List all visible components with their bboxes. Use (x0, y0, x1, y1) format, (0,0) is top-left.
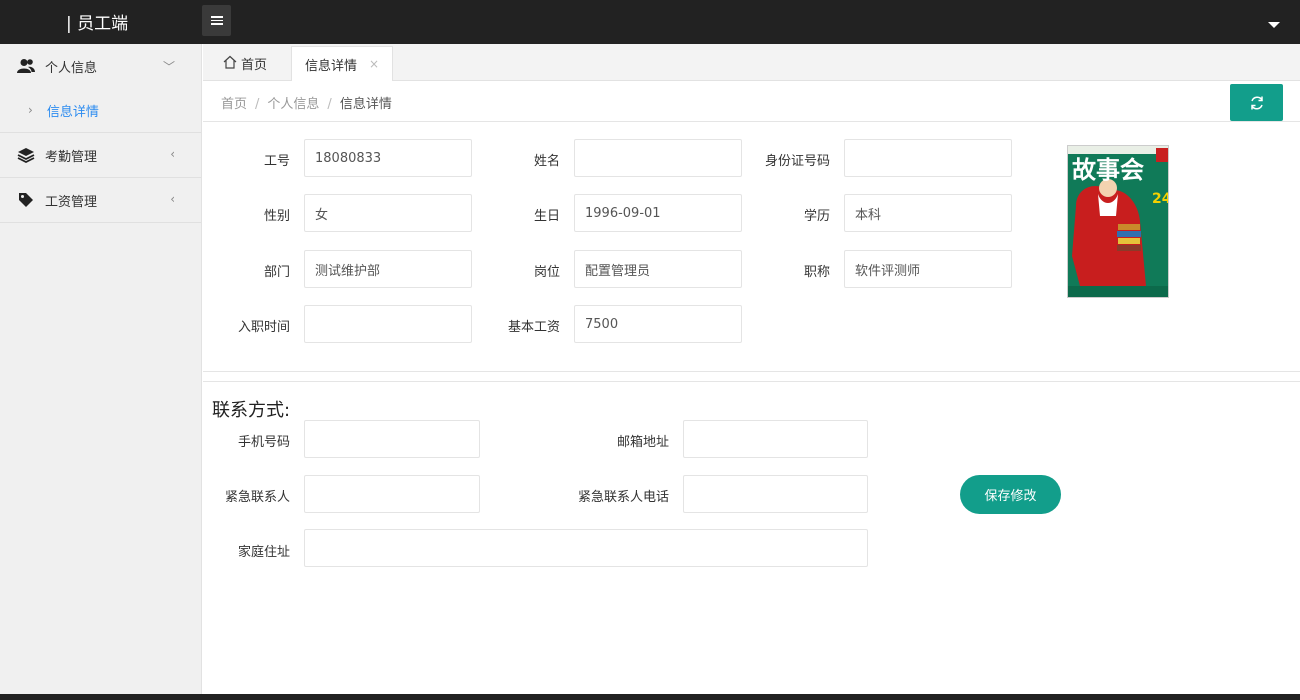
gender-field[interactable]: 女 (304, 194, 472, 232)
layers-icon (17, 146, 35, 164)
birthday-label: 生日 (533, 209, 560, 224)
sidebar-item-salary[interactable]: 工资管理 ‹ (0, 178, 201, 222)
chevron-right-icon: › (28, 103, 33, 117)
address-field[interactable] (304, 529, 868, 567)
chevron-left-icon: ‹ (170, 147, 175, 161)
phone-label: 手机号码 (237, 435, 290, 450)
menu-toggle-button[interactable] (202, 5, 231, 36)
top-bar: | 员工端 (0, 0, 1300, 44)
users-icon (17, 57, 35, 75)
breadcrumb-separator: / (255, 97, 260, 112)
job-title-label: 职称 (803, 265, 830, 280)
join-date-field[interactable] (304, 305, 472, 343)
breadcrumb: 首页 / 个人信息 / 信息详情 (221, 93, 392, 112)
name-field[interactable] (574, 139, 742, 177)
name-label: 姓名 (533, 154, 560, 169)
save-button[interactable]: 保存修改 (960, 475, 1061, 514)
cover-masthead: 故事会 (1072, 156, 1144, 184)
base-salary-field[interactable]: 7500 (574, 305, 742, 343)
join-date-label: 入职时间 (237, 320, 290, 335)
breadcrumb-bar: 首页 / 个人信息 / 信息详情 (203, 81, 1300, 122)
section-divider (203, 371, 1300, 372)
app-title: | 员工端 (66, 14, 129, 34)
home-icon (223, 55, 237, 73)
sidebar-item-label: 个人信息 (45, 60, 98, 76)
sidebar-item-label: 考勤管理 (45, 149, 98, 165)
emergency-contact-label: 紧急联系人 (224, 490, 290, 505)
emergency-phone-field[interactable] (683, 475, 868, 513)
breadcrumb-section[interactable]: 个人信息 (267, 97, 319, 112)
sidebar-divider (0, 222, 201, 223)
emp-no-label: 工号 (263, 154, 290, 169)
tab-bar: 首页 信息详情 × (203, 44, 1300, 81)
position-label: 岗位 (533, 265, 560, 280)
breadcrumb-separator: / (327, 97, 332, 112)
base-salary-label: 基本工资 (507, 320, 560, 335)
department-field[interactable]: 测试维护部 (304, 250, 472, 288)
chevron-down-icon: ﹀ (162, 60, 175, 74)
id-no-field[interactable] (844, 139, 1012, 177)
job-title-field[interactable]: 软件评测师 (844, 250, 1012, 288)
education-field[interactable]: 本科 (844, 194, 1012, 232)
hamburger-icon (210, 16, 223, 25)
emergency-contact-field[interactable] (304, 475, 480, 513)
tab-home[interactable]: 首页 (223, 46, 267, 81)
position-field[interactable]: 配置管理员 (574, 250, 742, 288)
sidebar-item-personal-info[interactable]: 个人信息 ﹀ (0, 44, 201, 88)
breadcrumb-home[interactable]: 首页 (221, 97, 247, 112)
sidebar: 个人信息 ﹀ › 信息详情 考勤管理 ‹ 工资管理 ‹ (0, 44, 202, 694)
emp-no-field[interactable]: 18080833 (304, 139, 472, 177)
address-label: 家庭住址 (237, 545, 290, 560)
gender-label: 性别 (263, 209, 290, 224)
chevron-left-icon: ‹ (170, 192, 175, 206)
refresh-icon (1250, 95, 1263, 110)
employee-photo: 24 故事会 (1067, 145, 1169, 298)
contact-section-title: 联系方式: (212, 400, 291, 421)
email-label: 邮箱地址 (616, 435, 669, 450)
section-divider (203, 381, 1300, 382)
education-label: 学历 (803, 209, 830, 224)
department-label: 部门 (263, 265, 290, 280)
user-menu-caret-icon[interactable] (1268, 22, 1280, 28)
tab-label: 首页 (241, 58, 268, 73)
email-field[interactable] (683, 420, 868, 458)
id-no-label: 身份证号码 (764, 154, 830, 169)
birthday-field[interactable]: 1996-09-01 (574, 194, 742, 232)
phone-field[interactable] (304, 420, 480, 458)
sidebar-item-attendance[interactable]: 考勤管理 ‹ (0, 133, 201, 177)
sidebar-subitem-label: 信息详情 (46, 104, 99, 120)
sidebar-subitem-info-detail[interactable]: › 信息详情 (0, 88, 201, 132)
breadcrumb-current: 信息详情 (339, 97, 392, 112)
sidebar-item-label: 工资管理 (45, 194, 98, 210)
refresh-button[interactable] (1230, 84, 1283, 121)
tag-icon (17, 191, 35, 209)
cover-issue: 24 (1152, 191, 1169, 207)
emergency-phone-label: 紧急联系人电话 (577, 490, 669, 505)
close-icon[interactable]: × (369, 57, 379, 71)
tab-info-detail[interactable]: 信息详情 × (291, 46, 393, 81)
tab-label: 信息详情 (305, 58, 358, 74)
bottom-bar (0, 694, 1300, 700)
